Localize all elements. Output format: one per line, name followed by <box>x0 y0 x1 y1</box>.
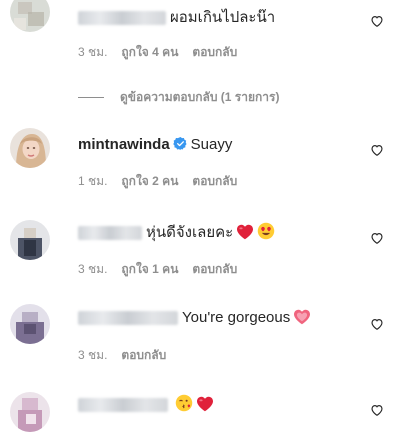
divider <box>78 97 104 99</box>
comment-line: ผอมเกินไปละน๊า <box>78 8 275 28</box>
reply-button[interactable]: ตอบกลับ <box>192 174 237 188</box>
kissing-heart-emoji <box>175 394 193 418</box>
timestamp: 3 ชม. <box>78 348 108 362</box>
heart-eyes-emoji <box>257 222 275 246</box>
comment-line: You're gorgeous <box>78 308 311 331</box>
pink-heart-emoji <box>293 309 311 331</box>
likes-count[interactable]: ถูกใจ 4 คน <box>121 45 178 59</box>
comment-text: ผอมเกินไปละน๊า <box>170 9 276 26</box>
likes-count[interactable]: ถูกใจ 2 คน <box>121 174 178 188</box>
timestamp: 1 ชม. <box>78 174 108 188</box>
view-replies-button[interactable]: ดูข้อความตอบกลับ (1 รายการ) <box>78 88 279 107</box>
comment-line: mintnawinda Suayy <box>78 135 232 155</box>
heart-icon[interactable] <box>370 317 384 331</box>
comment-meta: 1 ชม. ถูกใจ 2 คน ตอบกลับ <box>78 173 251 189</box>
blurred-username[interactable] <box>78 311 178 326</box>
comment-text: Suayy <box>190 136 233 153</box>
comment-meta: 3 ชม. ถูกใจ 1 คน ตอบกลับ <box>78 261 251 277</box>
comment-line <box>78 394 214 418</box>
comment-text: You're gorgeous <box>182 309 291 326</box>
reply-button[interactable]: ตอบกลับ <box>121 348 166 362</box>
reply-button[interactable]: ตอบกลับ <box>192 262 237 276</box>
timestamp: 3 ชม. <box>78 262 108 276</box>
red-heart-emoji <box>236 224 254 246</box>
blurred-username[interactable] <box>78 398 168 413</box>
reply-button[interactable]: ตอบกลับ <box>192 45 237 59</box>
comment-line: หุ่นดีจังเลยคะ <box>78 222 275 246</box>
likes-count[interactable]: ถูกใจ 1 คน <box>121 262 178 276</box>
red-heart-emoji <box>196 396 214 418</box>
comment-text: หุ่นดีจังเลยคะ <box>146 224 234 241</box>
avatar[interactable] <box>10 220 50 260</box>
blurred-username[interactable] <box>78 11 166 26</box>
comment-meta <box>78 432 106 448</box>
blurred-username[interactable] <box>78 226 142 241</box>
timestamp: 3 ชม. <box>78 45 108 59</box>
avatar[interactable] <box>10 392 50 432</box>
heart-icon[interactable] <box>370 403 384 417</box>
heart-icon[interactable] <box>370 231 384 245</box>
avatar[interactable] <box>10 0 50 32</box>
verified-badge-icon <box>172 136 188 151</box>
view-replies-label: ดูข้อความตอบกลับ (1 รายการ) <box>120 90 280 104</box>
heart-icon[interactable] <box>370 14 384 28</box>
avatar[interactable] <box>10 128 50 168</box>
comment-meta: 3 ชม. ถูกใจ 4 คน ตอบกลับ <box>78 44 251 60</box>
heart-icon[interactable] <box>370 143 384 157</box>
comment-meta: 3 ชม. ตอบกลับ <box>78 347 180 363</box>
avatar[interactable] <box>10 304 50 344</box>
username[interactable]: mintnawinda <box>78 136 170 153</box>
